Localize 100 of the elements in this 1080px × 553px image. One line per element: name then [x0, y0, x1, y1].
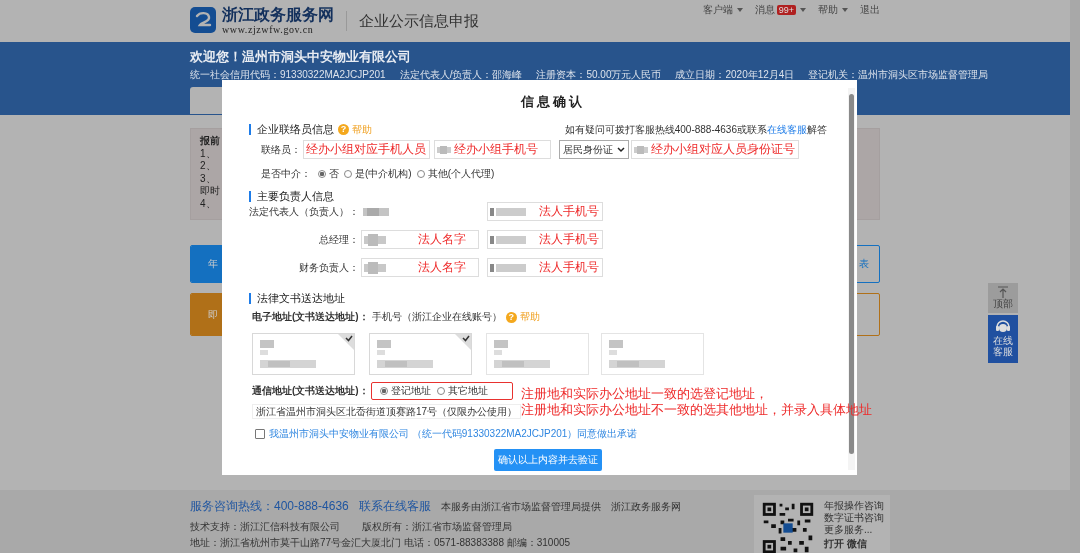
- blurred-text-drawing: [492, 340, 552, 370]
- notice-line: 1、: [200, 147, 216, 161]
- input-field[interactable]: 法人名字: [361, 230, 479, 249]
- address-card[interactable]: [486, 333, 589, 375]
- annotation-text: 法人名字: [418, 259, 466, 276]
- annotation-text: 经办小组手机号: [454, 141, 538, 158]
- field-label: 通信地址(文书送达地址)：: [252, 383, 369, 398]
- address-text: 地址：浙江省杭州市莫干山路77号金汇大厦北门 电话：0571-88383388 邮编：310005: [190, 536, 571, 550]
- hotline-note: 如有疑问可拨打客服热线400-888-4636或联系在线客服解答: [564, 122, 827, 137]
- radio-option[interactable]: 否: [318, 167, 339, 181]
- annotation-text: 注册地和实际办公地址一致的选登记地址，: [520, 387, 769, 403]
- annotation-text: 法人名字: [418, 231, 466, 248]
- field-label: 总经理：: [318, 232, 360, 247]
- field-label: 联络员：: [261, 142, 301, 157]
- notification-badge: 99+: [776, 5, 796, 15]
- site-name: 浙江政务服务网: [222, 7, 334, 23]
- address-card[interactable]: [601, 333, 704, 375]
- company-fact: 法定代表人/负责人：邵海峰: [399, 69, 523, 81]
- blurred-text-drawing: [607, 340, 667, 370]
- address-field[interactable]: 浙江省温州市洞头区北岙街道顶赛路17号（仅限办公使用）: [252, 404, 522, 419]
- confirm-button[interactable]: 确认以上内容并去验证: [494, 449, 602, 471]
- annotation-text: 法人手机号: [539, 231, 599, 248]
- annotation-text: 经办小组对应人员身份证号: [651, 141, 795, 158]
- input-field[interactable]: 法人手机号: [487, 230, 603, 249]
- company-fact: 登记机关：温州市洞头区市场监督管理局: [808, 69, 989, 81]
- blurred-text-drawing: [490, 207, 526, 216]
- section-heading: 主要负责人信息: [257, 189, 334, 204]
- pledge-checkbox[interactable]: [255, 429, 265, 439]
- address-card[interactable]: [369, 333, 472, 375]
- logo-icon: [190, 7, 216, 33]
- field-label: 财务负责人：: [298, 260, 360, 275]
- help-link[interactable]: 年报操作咨询: [824, 500, 884, 512]
- action-label: 表: [859, 257, 869, 271]
- help-link[interactable]: 帮助: [352, 122, 372, 137]
- copyright-text: 版权所有：浙江省市场监督管理局: [362, 520, 512, 534]
- notice-line: 2、: [200, 160, 216, 173]
- wechat-link[interactable]: 打开 微信: [824, 538, 884, 550]
- field-label: 是否中介：: [261, 167, 311, 181]
- section-heading: 企业联络员信息: [257, 122, 334, 137]
- address-card[interactable]: [252, 333, 355, 375]
- help-link[interactable]: 数字证书咨询: [824, 512, 884, 524]
- radio-option[interactable]: 是(中介机构): [344, 167, 412, 181]
- company-fact: 成立日期：2020年12月4日: [675, 69, 795, 81]
- chevron-down-icon: [617, 146, 625, 153]
- annotation-text: 法人手机号: [539, 259, 599, 276]
- field-value: 手机号（浙江企业在线账号）: [371, 310, 502, 324]
- notice-line: 报前: [200, 135, 220, 148]
- nav-link[interactable]: 客户端: [702, 3, 743, 17]
- company-fact: 统一社会信用代码：91330322MA2JCJP201: [190, 69, 386, 81]
- checkmark-icon: [338, 334, 354, 350]
- blurred-text-drawing: [490, 235, 526, 244]
- hotline-text: 服务咨询热线：400-888-4636: [190, 498, 349, 515]
- id-type-select[interactable]: 居民身份证: [559, 140, 629, 159]
- radio-button[interactable]: [436, 386, 445, 395]
- back-to-top-button[interactable]: 顶部: [988, 283, 1018, 313]
- provider-text: 本服务由浙江省市场监督管理局提供: [440, 500, 601, 514]
- arrow-up-icon: [997, 286, 1009, 298]
- notice-line: 即时: [200, 185, 220, 198]
- field-label: 法定代表人（负责人）：: [249, 204, 360, 219]
- blurred-text-drawing: [364, 233, 386, 246]
- service-link[interactable]: 联系在线客服: [358, 498, 431, 515]
- welcome-title: 欢迎您！温州市洞头中安物业有限公司: [190, 49, 412, 65]
- input-field[interactable]: 法人手机号: [487, 202, 603, 221]
- annotation-text: 法人手机号: [539, 203, 599, 220]
- input-field[interactable]: 经办小组手机号: [434, 140, 551, 159]
- help-link[interactable]: 更多服务...: [824, 524, 884, 536]
- radio-button[interactable]: [379, 386, 388, 395]
- headset-icon: [995, 318, 1011, 334]
- company-fact: 注册资本：50.00万元人民币: [536, 69, 662, 81]
- radio-button[interactable]: [344, 170, 352, 178]
- blurred-text-drawing: [364, 261, 386, 274]
- radio-button[interactable]: [318, 170, 326, 178]
- site-text: 浙江政务服务网: [610, 500, 681, 514]
- radio-option[interactable]: 其他(个人代理): [416, 167, 495, 181]
- blurred-text-drawing: [375, 340, 435, 370]
- site-url: www.zjzwfw.gov.cn: [222, 25, 315, 35]
- radio-option[interactable]: 其它地址: [436, 383, 488, 398]
- radio-button[interactable]: [416, 170, 425, 178]
- notice-line: 3、: [200, 172, 216, 186]
- notice-line: 4、: [200, 197, 216, 211]
- scrollbar[interactable]: [1070, 0, 1080, 553]
- input-field[interactable]: 经办小组对应手机人员: [303, 140, 430, 159]
- input-field[interactable]: 经办小组对应人员身份证号: [631, 140, 799, 159]
- nav-link[interactable]: 消息 99+: [754, 3, 806, 17]
- online-service-link[interactable]: 在线客服: [767, 123, 807, 135]
- nav-link[interactable]: 退出: [860, 3, 880, 17]
- online-service-button[interactable]: 在线客服: [988, 315, 1018, 363]
- input-field[interactable]: 法人名字: [361, 258, 479, 277]
- checkmark-icon: [455, 334, 471, 350]
- blurred-text-drawing: [437, 144, 451, 155]
- annotation-text: 注册地和实际办公地址不一致的选其他地址，并录入具体地址: [520, 402, 872, 418]
- blurred-text-drawing: [258, 340, 318, 370]
- dialog-title: 信息确认: [519, 93, 586, 111]
- nav-link[interactable]: 帮助: [818, 3, 848, 17]
- help-link[interactable]: 帮助: [519, 310, 540, 324]
- radio-option[interactable]: 登记地址: [379, 383, 431, 398]
- input-field[interactable]: 法人手机号: [487, 258, 603, 277]
- pledge-text[interactable]: 我温州市洞头中安物业有限公司 （统一代码91330322MA2JCJP201）同意做出承诺: [269, 427, 638, 441]
- blurred-text-drawing: [490, 263, 526, 272]
- support-text: 技术支持：浙江汇信科技有限公司: [190, 520, 340, 534]
